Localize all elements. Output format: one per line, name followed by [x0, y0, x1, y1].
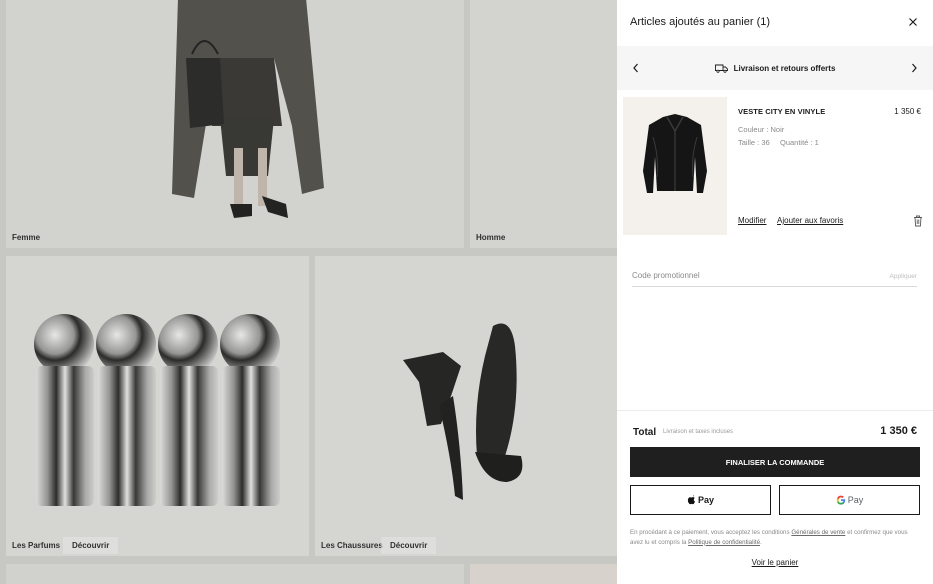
chevron-left-icon[interactable] — [631, 62, 641, 74]
tile-bottom-left — [6, 564, 464, 584]
product-color: Couleur : Noir — [738, 125, 785, 134]
legal-prefix: En procédant à ce paiement, vous accepte… — [630, 529, 790, 536]
cart-title: Articles ajoutés au panier (1) — [630, 16, 771, 28]
total-price: 1 350 € — [880, 425, 917, 437]
promo-banner: Livraison et retours offerts — [617, 46, 933, 90]
tile-homme-label: Homme — [476, 233, 506, 242]
chevron-right-icon[interactable] — [909, 62, 919, 74]
promo-code-input[interactable] — [632, 271, 862, 280]
tile-chaussures-discover-button[interactable]: Découvrir — [381, 537, 437, 554]
shoes-image — [403, 323, 523, 500]
tile-parfums-discover-button[interactable]: Découvrir — [63, 537, 119, 554]
apple-pay-label: Pay — [697, 495, 714, 505]
trash-icon[interactable] — [913, 215, 923, 227]
edit-item-link[interactable]: Modifier — [738, 216, 766, 225]
product-name[interactable]: VESTE CITY EN VINYLE — [738, 107, 825, 116]
tile-femme[interactable]: Femme — [6, 0, 464, 248]
view-cart-row: Voir le panier — [617, 558, 933, 567]
cart-item: VESTE CITY EN VINYLE 1 350 € Couleur : N… — [623, 97, 927, 235]
promo-code-field: Appliquer — [632, 267, 917, 287]
product-image[interactable] — [623, 97, 727, 235]
google-pay-button[interactable]: Pay — [779, 485, 920, 515]
terms-of-sale-link[interactable]: Générales de vente — [791, 529, 845, 536]
google-pay-label: Pay — [847, 495, 864, 505]
legal-suffix: . — [760, 538, 762, 546]
apple-pay-button[interactable]: Pay — [630, 485, 771, 515]
close-icon[interactable] — [906, 15, 920, 29]
promo-banner-text: Livraison et retours offerts — [733, 63, 836, 73]
apple-icon — [687, 495, 695, 505]
perfume-bottles-image — [34, 314, 280, 506]
tile-homme[interactable]: Homme — [470, 0, 630, 248]
legal-text: En procédant à ce paiement, vous accepte… — [630, 528, 922, 547]
google-icon — [836, 495, 845, 505]
checkout-button[interactable]: FINALISER LA COMMANDE — [630, 447, 920, 477]
promo-banner-content: Livraison et retours offerts — [617, 46, 933, 90]
cart-drawer: Articles ajoutés au panier (1) Livraison… — [617, 0, 933, 584]
product-size: Taille : 36 — [738, 138, 770, 147]
tile-parfums[interactable]: Les Parfums Découvrir — [6, 256, 309, 556]
product-quantity: Quantité : 1 — [780, 138, 819, 147]
view-cart-link[interactable]: Voir le panier — [752, 558, 799, 567]
tile-chaussures-label: Les Chaussures — [321, 541, 383, 550]
femme-model-image — [172, 0, 324, 218]
add-to-favorites-link[interactable]: Ajouter aux favoris — [777, 216, 843, 225]
tile-chaussures[interactable]: Les Chaussures Découvrir — [315, 256, 635, 556]
privacy-policy-link[interactable]: Politique de confidentialité — [688, 539, 760, 546]
tile-bottom-right — [470, 564, 630, 584]
vinyl-jacket-image — [643, 114, 707, 193]
truck-icon — [714, 64, 728, 73]
total-label: Total — [633, 427, 657, 438]
product-price: 1 350 € — [894, 107, 921, 116]
apply-promo-button[interactable]: Appliquer — [890, 273, 917, 280]
total-sublabel: Livraison et taxes incluses — [663, 429, 734, 435]
tile-parfums-label: Les Parfums — [12, 541, 61, 550]
cart-footer: Total Livraison et taxes incluses 1 350 … — [617, 410, 933, 584]
tile-femme-label: Femme — [12, 233, 41, 242]
